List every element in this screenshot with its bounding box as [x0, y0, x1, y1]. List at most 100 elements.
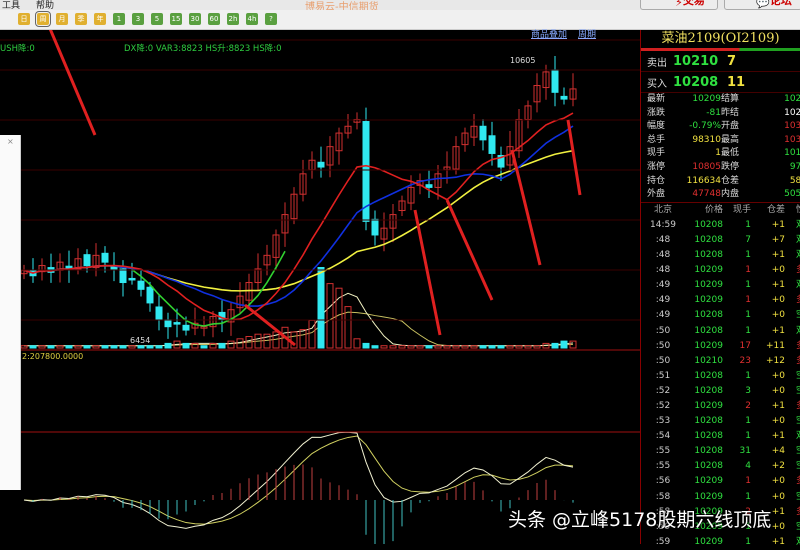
tick-cell: 10208	[694, 461, 723, 472]
volume-bar	[362, 342, 370, 349]
tick-cell: 空	[785, 459, 800, 474]
close-icon[interactable]: ×	[7, 137, 14, 146]
period-button[interactable]: 年	[94, 13, 106, 25]
annotation-arrow	[510, 149, 542, 266]
stat-cell: 现手	[647, 148, 666, 159]
period-button[interactable]: 3	[132, 13, 144, 25]
bid-volume: 11	[727, 74, 746, 90]
stat-cell: -81	[706, 107, 721, 118]
tick-cell: 10208	[694, 250, 723, 261]
volume-bar	[425, 345, 433, 349]
tick-cell: 7	[745, 234, 751, 245]
period-button[interactable]: 60	[208, 13, 220, 25]
volume-label: 2:207800.0000	[22, 352, 83, 361]
tick-cell: +0	[771, 265, 785, 276]
volume-bar	[470, 345, 478, 349]
volume-bar	[20, 345, 28, 349]
tick-cell: 10209	[694, 536, 723, 547]
volume-bar	[380, 345, 388, 349]
kline-chart-area[interactable]: USH降:0 DX降:0 VAR3:8823 HS升:8823 HS降:0 商品…	[0, 30, 640, 544]
tick-cell: 多	[785, 505, 800, 520]
period-button[interactable]: 4h	[246, 13, 258, 25]
period-button[interactable]: 季	[75, 13, 87, 25]
tick-cell: 31	[739, 446, 751, 457]
stat-cell: 仓差	[721, 175, 740, 186]
tick-cell: 1	[745, 536, 751, 547]
tick-cell: 2	[745, 400, 751, 411]
tick-cell: 双	[785, 218, 800, 233]
volume-bar	[146, 345, 154, 349]
tick-row: :54 10208 1 +1双	[641, 429, 800, 444]
tick-row: :55 10208 4 +2空	[641, 459, 800, 474]
period-button[interactable]: 15	[170, 13, 182, 25]
tick-cell: :51	[655, 370, 671, 381]
tick-cell: 双	[785, 535, 800, 550]
stat-cell: 持仓	[647, 175, 666, 186]
tick-cell: +1	[771, 280, 785, 291]
tick-cell: 多	[785, 354, 800, 369]
volume-bar	[299, 329, 307, 349]
tick-row: :53 10208 1 +0空	[641, 414, 800, 429]
tick-cell: 1	[745, 265, 751, 276]
tick-cell: 10208	[694, 370, 723, 381]
tick-row: :56 10209 1 +0多	[641, 474, 800, 489]
tick-cell: +1	[771, 431, 785, 442]
stat-cell: 98310	[692, 134, 721, 145]
tick-cell: 10208	[694, 446, 723, 457]
period-button[interactable]: 周	[35, 11, 51, 27]
tick-list[interactable]: 14:59102081+1双:48102087+7双:48102081+1双:4…	[641, 218, 800, 550]
tick-cell: 4	[745, 461, 751, 472]
tick-cell: +0	[771, 295, 785, 306]
tick-row: :49 10208 1 +0空	[641, 308, 800, 323]
tick-cell: :48	[655, 265, 671, 276]
ask-label: 卖出	[647, 57, 667, 69]
stat-cell: 涨跌	[647, 107, 666, 118]
ask-row: 卖出 10210 7	[641, 51, 800, 72]
tick-cell: 多	[785, 339, 800, 354]
tick-cell: +1	[771, 250, 785, 261]
volume-bar	[551, 342, 559, 349]
tick-cell: 1	[745, 219, 751, 230]
tick-cell: 10208	[694, 325, 723, 336]
period-button[interactable]: 日	[18, 13, 30, 25]
volume-bar	[155, 345, 163, 349]
stat-cell: 外盘	[647, 189, 666, 200]
tick-cell: :49	[655, 295, 671, 306]
tick-row: :50 10209 17 +11多	[641, 339, 800, 354]
forum-button[interactable]: 💬 论坛	[724, 0, 800, 10]
tick-cell: 1	[745, 416, 751, 427]
volume-bar	[398, 345, 406, 349]
contract-title: 菜油2109(OI2109)	[661, 31, 780, 46]
bid-row: 买入 10208 11	[641, 72, 800, 93]
stat-cell: 1016	[784, 148, 800, 159]
period-button[interactable]: 月	[56, 13, 68, 25]
period-button[interactable]: 30	[189, 13, 201, 25]
period-button[interactable]: 2h	[227, 13, 239, 25]
tick-cell: 3	[745, 385, 751, 396]
tick-cell: :56	[655, 476, 671, 487]
tick-header-cell: 价格	[704, 204, 723, 215]
volume-bar	[443, 345, 451, 349]
tick-cell: :50	[655, 355, 671, 366]
tick-cell: 10210	[694, 355, 723, 366]
tick-row: :59 10209 1 +1双	[641, 535, 800, 550]
volume-bar	[200, 345, 208, 349]
stat-cell: 5056	[784, 189, 800, 200]
tick-cell: 双	[785, 429, 800, 444]
trade-button[interactable]: ⚡ 交易	[640, 0, 718, 10]
tick-row: :52 10208 3 +0空	[641, 384, 800, 399]
stat-cell: 幅度	[647, 121, 666, 132]
side-popup-panel[interactable]: ×	[0, 135, 21, 490]
tick-cell: 10209	[694, 476, 723, 487]
tick-cell: 多	[785, 263, 800, 278]
tick-cell: +7	[771, 234, 785, 245]
tick-cell: 空	[785, 490, 800, 505]
tick-cell: 1	[745, 431, 751, 442]
tick-header-cell: 现手	[732, 204, 751, 215]
period-button[interactable]: ?	[265, 13, 277, 25]
period-button[interactable]: 1	[113, 13, 125, 25]
period-button[interactable]: 5	[151, 13, 163, 25]
volume-bar	[110, 345, 118, 349]
tick-cell: :52	[655, 400, 671, 411]
tick-cell: 双	[785, 233, 800, 248]
